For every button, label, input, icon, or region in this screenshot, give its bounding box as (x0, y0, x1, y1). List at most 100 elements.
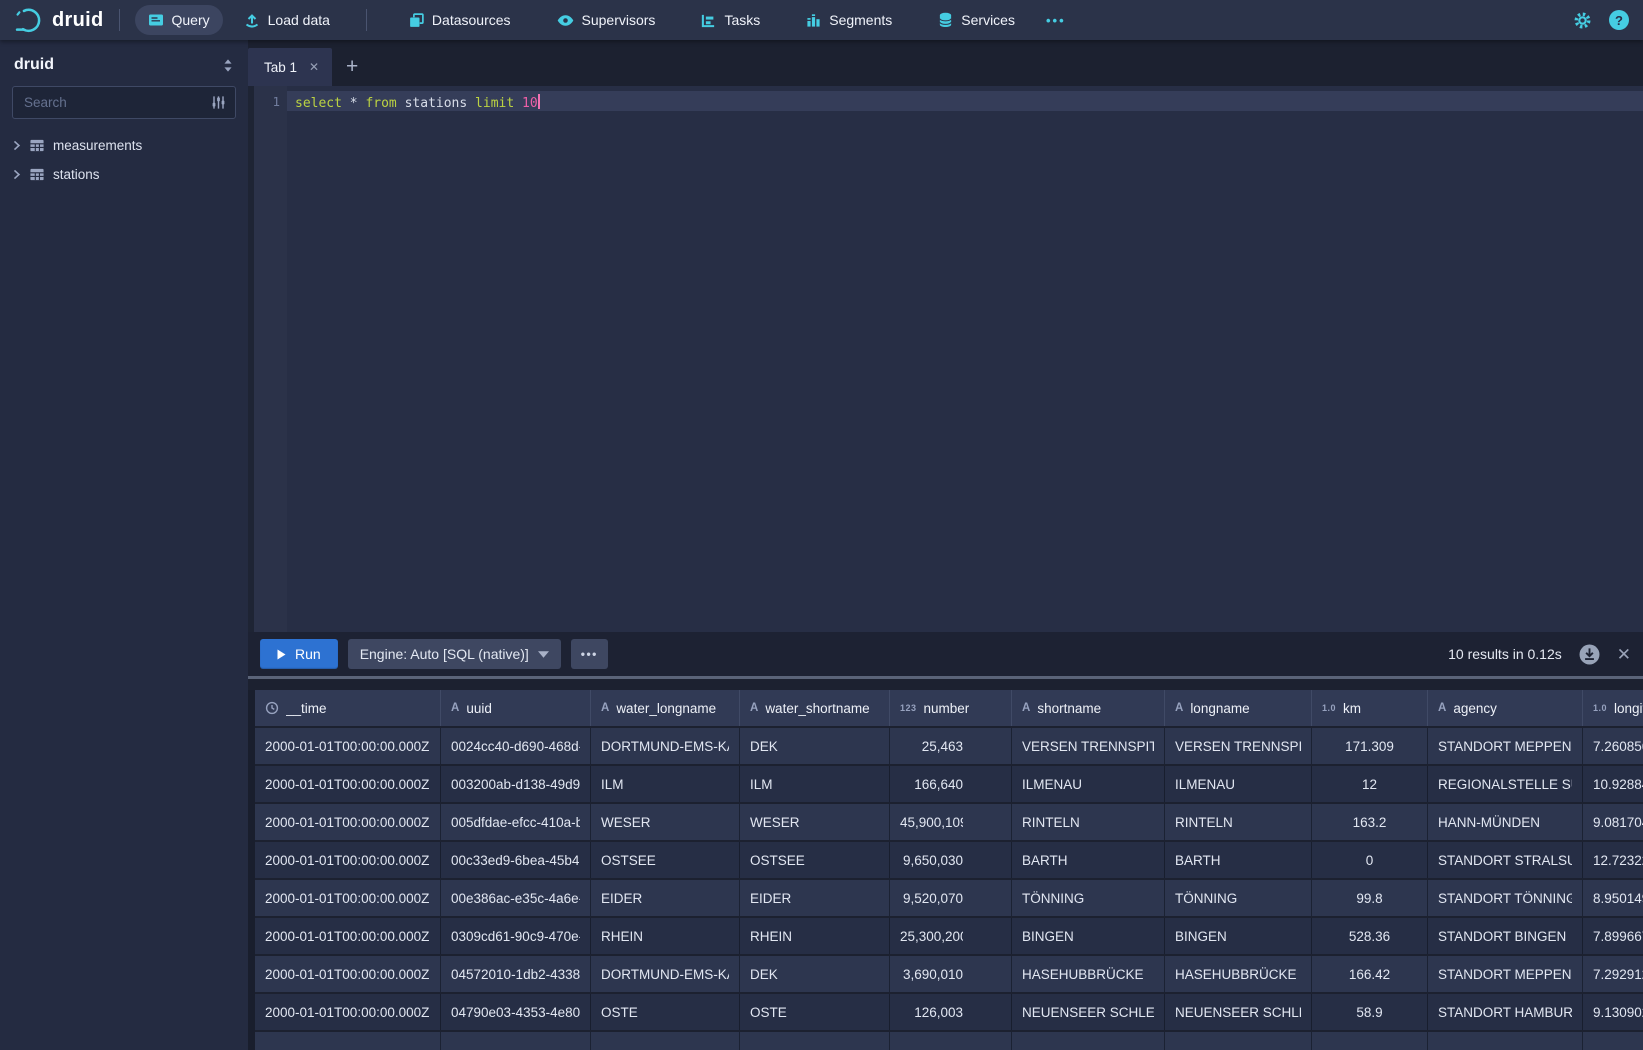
cell-uuid[interactable]: 04572010-1db2-4338-85 (441, 956, 591, 992)
help-icon[interactable]: ? (1609, 10, 1629, 30)
cell-number[interactable]: 9,650,030 (890, 842, 1012, 878)
cell-km[interactable]: 163.2 (1312, 804, 1428, 840)
column-header-__time[interactable]: __time (255, 690, 441, 726)
cell-agency[interactable]: STANDORT MEPPEN (1428, 728, 1583, 764)
pane-splitter[interactable] (248, 676, 1643, 679)
close-results-icon[interactable]: ✕ (1617, 646, 1631, 663)
chevron-right-icon[interactable] (12, 168, 21, 181)
cell-number[interactable]: 45,900,109 (890, 804, 1012, 840)
cell-water_shortname[interactable]: DEK (740, 956, 890, 992)
column-header-water_longname[interactable]: Awater_longname (591, 690, 740, 726)
column-header-number[interactable]: 123number (890, 690, 1012, 726)
tab-tab1[interactable]: Tab 1 ✕ (248, 48, 332, 86)
cell-number[interactable]: 3,690,010 (890, 956, 1012, 992)
cell-longitude[interactable]: 10.928842 (1583, 766, 1643, 802)
cell-water_longname[interactable]: OSTE (591, 994, 740, 1030)
sql-code[interactable]: select * from stations limit 10 (295, 94, 540, 111)
cell-km[interactable]: 171.309 (1312, 728, 1428, 764)
cell-shortname[interactable]: BINGEN (1012, 918, 1165, 954)
cell-__time[interactable]: 2000-01-01T00:00:00.000Z (255, 994, 441, 1030)
cell-shortname[interactable]: BARTH (1012, 842, 1165, 878)
column-header-longitude[interactable]: 1.0longitude (1583, 690, 1643, 726)
cell-longname[interactable]: RINTELN (1165, 804, 1312, 840)
cell-number[interactable] (890, 1032, 1012, 1050)
cell-agency[interactable]: STANDORT HAMBURG (1428, 994, 1583, 1030)
cell-water_shortname[interactable]: RHEIN (740, 918, 890, 954)
cell-km[interactable]: 166.42 (1312, 956, 1428, 992)
column-header-km[interactable]: 1.0km (1312, 690, 1428, 726)
cell-longitude[interactable] (1583, 1032, 1643, 1050)
cell-km[interactable]: 58.9 (1312, 994, 1428, 1030)
cell-water_shortname[interactable]: ILM (740, 766, 890, 802)
cell-water_shortname[interactable] (740, 1032, 890, 1050)
cell-shortname[interactable]: TÖNNING (1012, 880, 1165, 916)
sidebar-item-measurements[interactable]: measurements (0, 131, 248, 160)
cell-water_longname[interactable]: EIDER (591, 880, 740, 916)
cell-longname[interactable]: VERSEN TRENNSPITZE (1165, 728, 1312, 764)
cell-uuid[interactable]: 0309cd61-90c9-470e-99 (441, 918, 591, 954)
cell-water_shortname[interactable]: OSTE (740, 994, 890, 1030)
cell-__time[interactable]: 2000-01-01T00:00:00.000Z (255, 880, 441, 916)
cell-__time[interactable]: 2000-01-01T00:00:00.000Z (255, 842, 441, 878)
cell-shortname[interactable]: VERSEN TRENNSPITZE (1012, 728, 1165, 764)
add-tab-button[interactable]: + (332, 48, 372, 86)
column-header-longname[interactable]: Alongname (1165, 690, 1312, 726)
chevron-right-icon[interactable] (12, 139, 21, 152)
cell-shortname[interactable]: RINTELN (1012, 804, 1165, 840)
nav-item-services[interactable]: Services (925, 5, 1028, 35)
cell-longname[interactable] (1165, 1032, 1312, 1050)
cell-longitude[interactable]: 7.260856 (1583, 728, 1643, 764)
search-input[interactable] (22, 94, 205, 111)
sql-editor[interactable]: 1 select * from stations limit 10 (248, 86, 1643, 632)
sidebar-item-stations[interactable]: stations (0, 160, 248, 189)
cell-number[interactable]: 25,300,200 (890, 918, 1012, 954)
cell-__time[interactable]: 2000-01-01T00:00:00.000Z (255, 956, 441, 992)
query-more-button[interactable]: ••• (571, 639, 608, 669)
cell-uuid[interactable]: 00e386ac-e35c-4a6e-80 (441, 880, 591, 916)
cell-longitude[interactable]: 9.130902 (1583, 994, 1643, 1030)
cell-__time[interactable]: 2000-01-01T00:00:00.000Z (255, 766, 441, 802)
gear-icon[interactable] (1573, 11, 1592, 30)
cell-uuid[interactable]: 00c33ed9-6bea-45b4-87 (441, 842, 591, 878)
cell-number[interactable]: 9,520,070 (890, 880, 1012, 916)
cell-water_longname[interactable]: ILM (591, 766, 740, 802)
cell-water_longname[interactable]: RHEIN (591, 918, 740, 954)
cell-longitude[interactable]: 9.081704 (1583, 804, 1643, 840)
cell-number[interactable]: 25,463 (890, 728, 1012, 764)
run-button[interactable]: Run (260, 639, 338, 669)
download-icon[interactable] (1579, 644, 1600, 665)
nav-item-datasources[interactable]: Datasources (396, 5, 524, 35)
cell-agency[interactable]: STANDORT STRALSUND (1428, 842, 1583, 878)
cell-shortname[interactable]: NEUENSEER SCHLEUSEN (1012, 994, 1165, 1030)
druid-logo[interactable]: druid (0, 5, 104, 36)
cell-km[interactable] (1312, 1032, 1428, 1050)
cell-uuid[interactable]: 0024cc40-d690-468d-84 (441, 728, 591, 764)
column-header-agency[interactable]: Aagency (1428, 690, 1583, 726)
cell-__time[interactable]: 2000-01-01T00:00:00.000Z (255, 728, 441, 764)
cell-km[interactable]: 0 (1312, 842, 1428, 878)
nav-item-segments[interactable]: Segments (793, 5, 905, 35)
cell-agency[interactable]: HANN-MÜNDEN (1428, 804, 1583, 840)
cell-longname[interactable]: NEUENSEER SCHLEUSEN (1165, 994, 1312, 1030)
cell-longitude[interactable]: 7.292912 (1583, 956, 1643, 992)
cell-water_longname[interactable]: DORTMUND-EMS-KANA (591, 728, 740, 764)
cell-__time[interactable]: 2000-01-01T00:00:00.000Z (255, 804, 441, 840)
cell-longname[interactable]: TÖNNING (1165, 880, 1312, 916)
column-header-water_shortname[interactable]: Awater_shortname (740, 690, 890, 726)
column-header-shortname[interactable]: Ashortname (1012, 690, 1165, 726)
nav-more-button[interactable]: ••• (1036, 13, 1076, 28)
cell-number[interactable]: 166,640 (890, 766, 1012, 802)
cell-__time[interactable]: 2000-01-01T00:00:00.000Z (255, 918, 441, 954)
cell-water_shortname[interactable]: EIDER (740, 880, 890, 916)
cell-agency[interactable]: STANDORT MEPPEN (1428, 956, 1583, 992)
cell-shortname[interactable]: ILMENAU (1012, 766, 1165, 802)
cell-uuid[interactable]: 005dfdae-efcc-410a-bf1 (441, 804, 591, 840)
cell-water_longname[interactable] (591, 1032, 740, 1050)
cell-longname[interactable]: HASEHUBBRÜCKE (1165, 956, 1312, 992)
nav-item-tasks[interactable]: Tasks (688, 5, 773, 35)
tab-close-icon[interactable]: ✕ (309, 60, 319, 74)
engine-select-button[interactable]: Engine: Auto [SQL (native)] (348, 639, 561, 669)
cell-uuid[interactable] (441, 1032, 591, 1050)
cell-agency[interactable]: STANDORT BINGEN (1428, 918, 1583, 954)
cell-shortname[interactable]: HASEHUBBRÜCKE (1012, 956, 1165, 992)
